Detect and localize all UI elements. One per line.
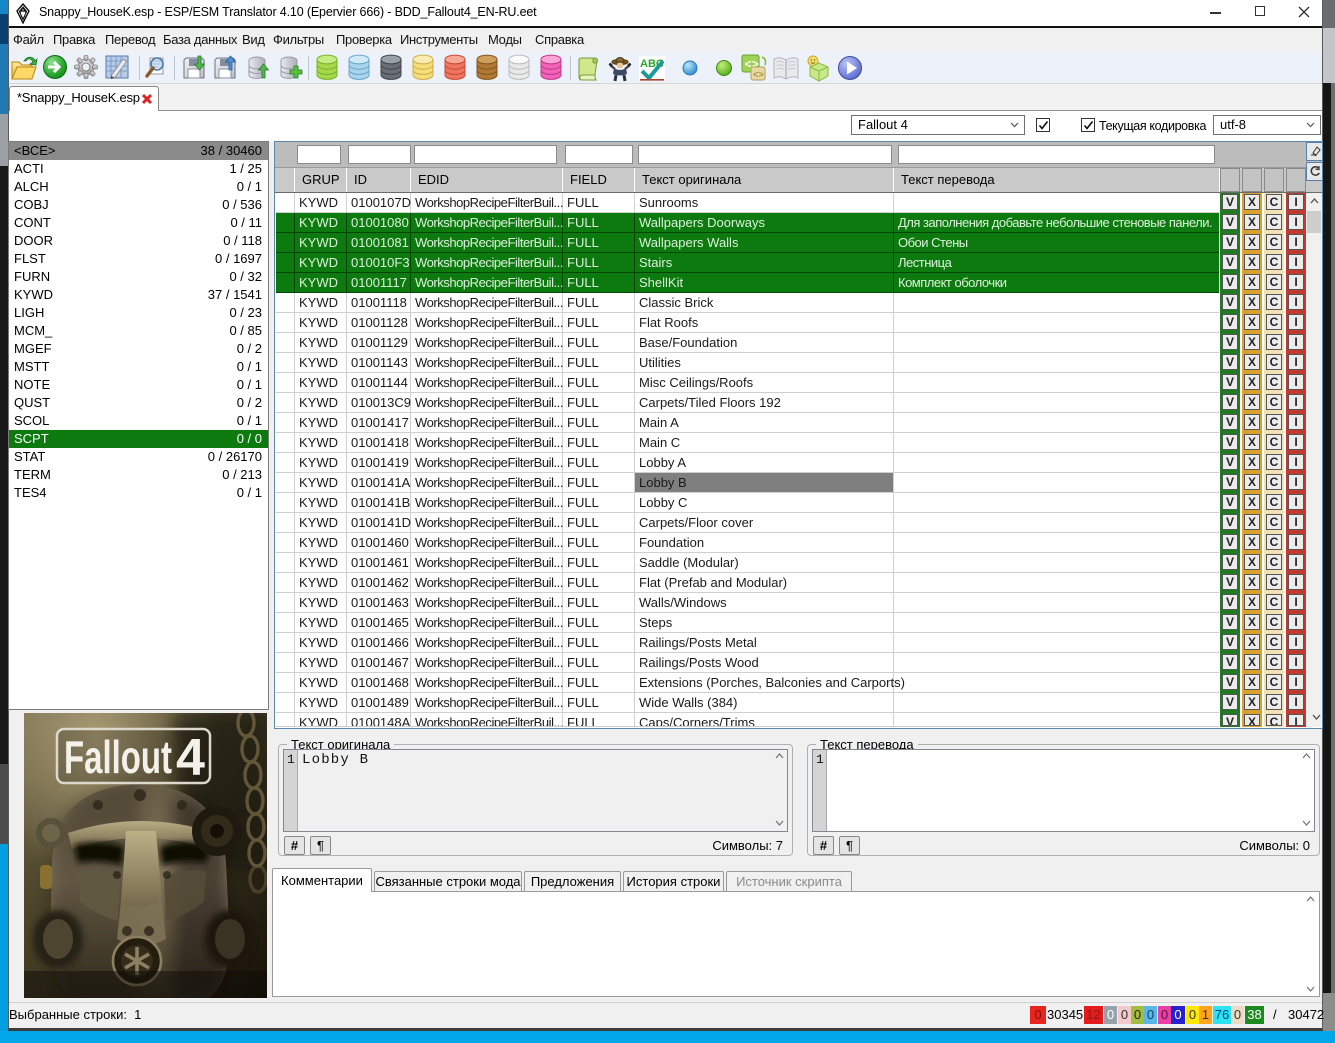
svg-text:Fallout: Fallout	[64, 731, 172, 783]
svg-text:4: 4	[176, 729, 205, 787]
svg-text:<>: <>	[753, 71, 764, 81]
